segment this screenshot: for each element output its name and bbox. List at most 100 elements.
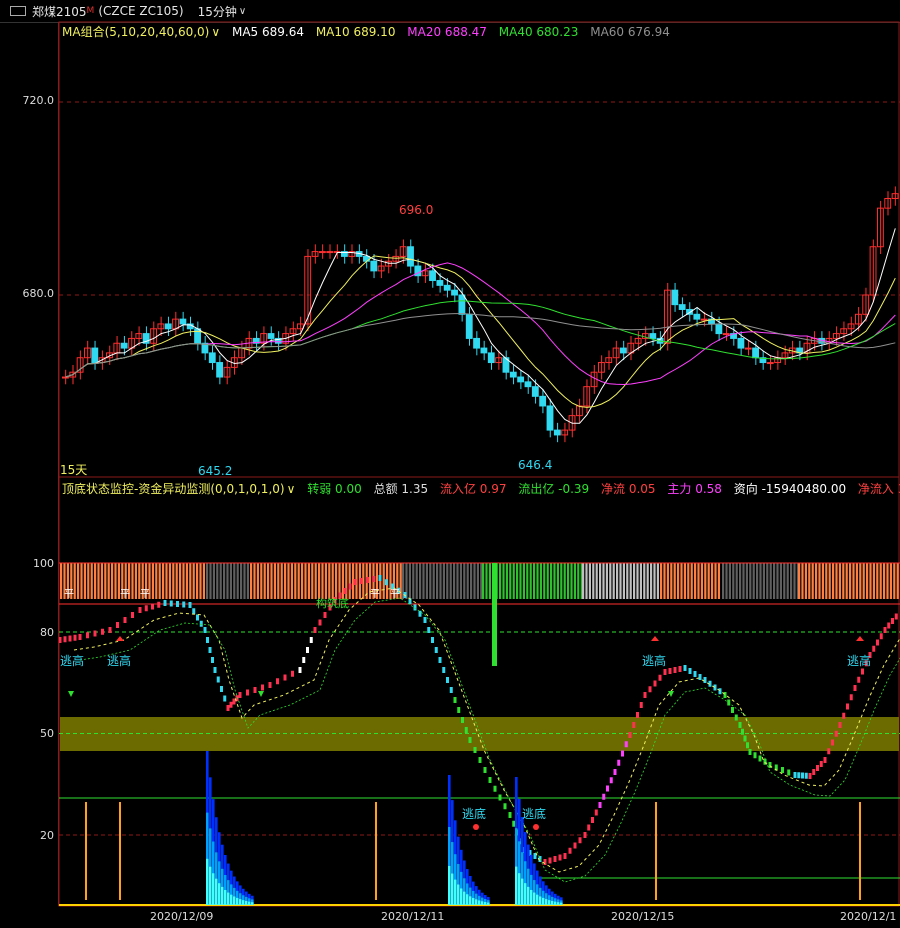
flat-label: 平 xyxy=(390,589,400,600)
flow-bar-low xyxy=(484,902,487,905)
oscillator-step xyxy=(621,750,624,757)
oscillator-step xyxy=(93,630,97,637)
status-bar xyxy=(240,563,243,599)
oscillator-step xyxy=(203,627,207,633)
status-bar xyxy=(886,563,889,599)
status-bar xyxy=(97,563,100,599)
status-bar xyxy=(539,563,542,599)
candle-body xyxy=(715,323,723,335)
status-bar xyxy=(650,563,653,599)
oscillator-step xyxy=(808,773,812,779)
low-label-2: 646.4 xyxy=(518,458,553,472)
candle-body xyxy=(737,337,745,349)
ind-inflow: 流入亿 0.97 xyxy=(439,482,507,496)
flow-bar-low xyxy=(530,889,533,905)
status-bar xyxy=(793,563,796,599)
status-bar xyxy=(87,563,90,599)
oscillator-step xyxy=(108,627,112,633)
candle-body xyxy=(693,313,701,320)
oscillator-step xyxy=(78,634,82,640)
status-bar xyxy=(90,563,93,599)
ma20-value: MA20 688.47 xyxy=(407,25,487,39)
status-bar xyxy=(488,563,491,599)
status-bar xyxy=(543,563,546,599)
oscillator-step xyxy=(306,647,309,653)
status-bar xyxy=(219,563,222,599)
ma40-value: MA40 680.23 xyxy=(498,25,579,39)
oscillator-step xyxy=(648,686,652,693)
status-bar xyxy=(762,563,765,599)
oscillator-step xyxy=(558,854,562,861)
low-label-1: 645.2 xyxy=(198,464,233,478)
high-label: 696.0 xyxy=(399,203,434,217)
status-bar xyxy=(321,563,324,599)
status-bar xyxy=(155,563,158,599)
flow-bar-low xyxy=(463,891,466,905)
status-bar xyxy=(382,563,385,599)
oscillator-step xyxy=(797,772,801,779)
oscillator-step xyxy=(461,717,464,723)
status-bar xyxy=(425,563,428,599)
oscillator-step xyxy=(434,647,438,653)
oscillator-step xyxy=(309,637,313,643)
chart-canvas[interactable] xyxy=(0,0,900,928)
oscillator-step xyxy=(823,757,827,763)
oscillator-step xyxy=(478,757,482,763)
status-bar xyxy=(236,563,239,599)
status-bar xyxy=(553,563,556,599)
status-bar xyxy=(711,563,714,599)
oscillator-step xyxy=(253,687,257,693)
status-bar xyxy=(855,563,858,599)
flow-bar-low xyxy=(518,873,521,905)
status-bar xyxy=(825,563,828,599)
status-bar xyxy=(783,563,786,599)
x-label-date: 2020/12/1 xyxy=(840,910,897,923)
status-bar xyxy=(229,563,232,599)
x-label-date: 2020/12/15 xyxy=(611,910,675,923)
status-bar xyxy=(550,563,553,599)
oscillator-step xyxy=(413,604,417,611)
oscillator-step xyxy=(151,603,154,610)
status-bar xyxy=(192,563,195,599)
flow-bar-low xyxy=(454,879,457,905)
status-bar xyxy=(869,563,872,599)
ma-legend-title[interactable]: MA组合(5,10,20,40,60,0) xyxy=(62,25,209,39)
status-bar xyxy=(114,563,117,599)
flow-bar-low xyxy=(545,899,548,905)
status-bar xyxy=(656,563,659,599)
status-bar xyxy=(717,563,720,599)
oscillator-step xyxy=(169,600,173,607)
candle-body xyxy=(267,333,275,339)
status-bar xyxy=(670,563,673,599)
status-bar xyxy=(673,563,676,599)
indicator-title[interactable]: 顶底状态监控-资金异动监测(0,0,1,0,1,0) xyxy=(62,482,285,496)
candle-body xyxy=(318,251,326,254)
chevron-down-icon[interactable]: ∨ xyxy=(287,482,296,496)
oscillator-step xyxy=(372,576,376,582)
oscillator-step xyxy=(609,777,613,784)
oscillator-step xyxy=(359,578,363,584)
status-bar xyxy=(80,563,83,599)
oscillator-step xyxy=(543,859,547,865)
candle-body xyxy=(326,251,334,254)
oscillator-step xyxy=(693,671,697,677)
status-bar xyxy=(182,563,185,599)
status-bar xyxy=(307,563,310,599)
status-bar xyxy=(162,563,165,599)
flow-bar-low xyxy=(206,858,209,905)
oscillator-step xyxy=(827,748,831,755)
oscillator-step xyxy=(787,769,791,776)
status-bar xyxy=(563,563,566,599)
oscillator-step xyxy=(176,601,179,607)
oscillator-step xyxy=(617,759,621,766)
oscillator-step xyxy=(211,657,214,663)
status-bar xyxy=(284,563,287,599)
status-bar xyxy=(502,563,505,599)
indicator-legend: 顶底状态监控-资金异动监测(0,0,1,0,1,0) ∨ 转弱 0.00 总额 1… xyxy=(62,480,900,497)
oscillator-step xyxy=(573,842,577,849)
flow-bar-low xyxy=(554,901,557,905)
status-bar xyxy=(835,563,838,599)
chevron-down-icon[interactable]: ∨ xyxy=(211,25,220,39)
status-bar xyxy=(707,563,710,599)
status-bar xyxy=(749,563,752,599)
